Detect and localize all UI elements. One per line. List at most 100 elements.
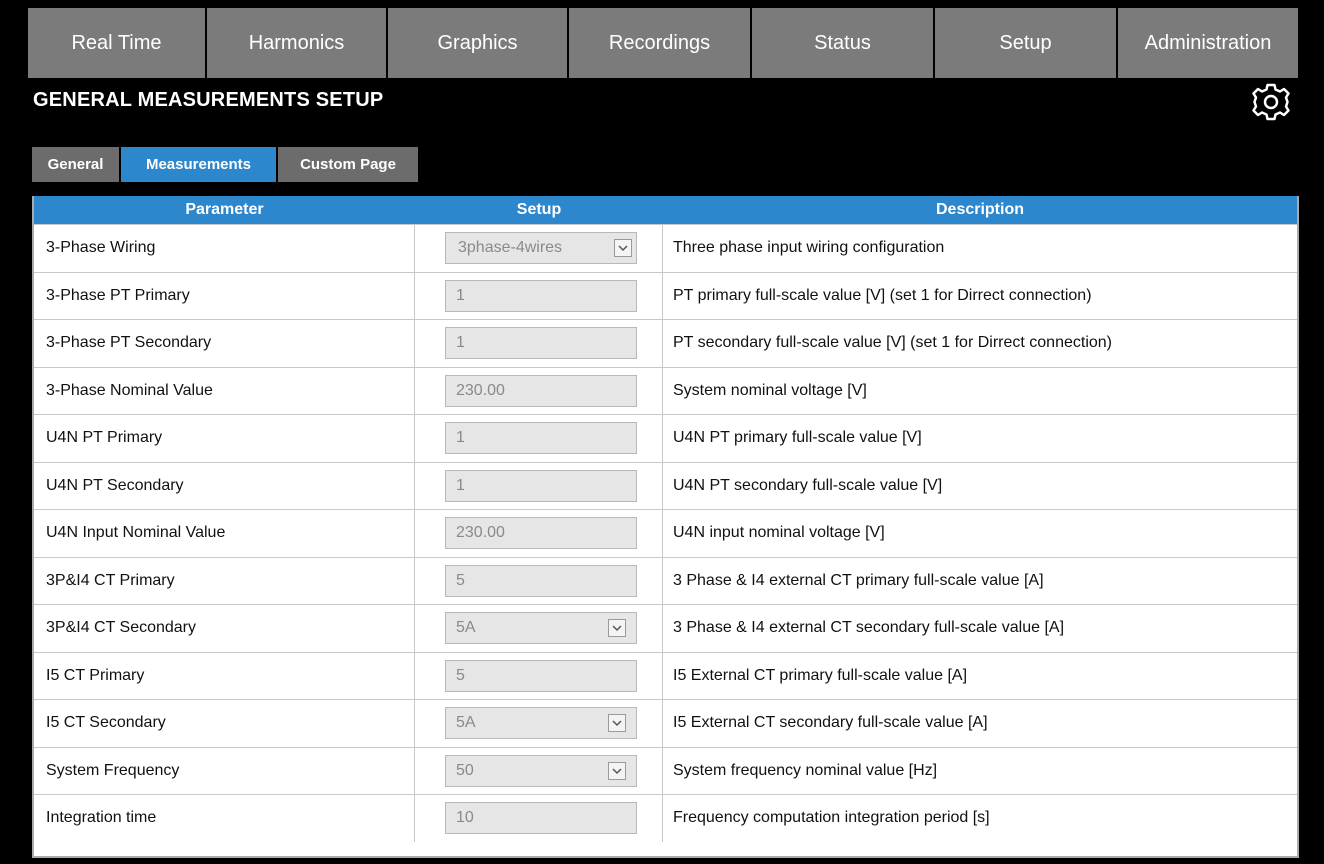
- setup-value: 230.00: [456, 524, 505, 542]
- description: PT primary full-scale value [V] (set 1 f…: [673, 286, 1092, 304]
- nav-harmonics[interactable]: Harmonics: [207, 8, 388, 78]
- setup-input[interactable]: 10: [445, 802, 637, 835]
- setup-input[interactable]: 230.00: [445, 374, 637, 407]
- setup-input[interactable]: 1: [445, 469, 637, 502]
- table-row: 3P&I4 CT Secondary 5A 3 Phase & I4 externa…: [34, 604, 1297, 652]
- tab-label: Custom Page: [300, 156, 396, 173]
- parameter-name: 3-Phase Wiring: [34, 225, 415, 272]
- tab-custom-page[interactable]: Custom Page: [278, 147, 418, 182]
- parameter-name: 3P&I4 CT Secondary: [34, 605, 415, 652]
- setup-value: 5: [456, 666, 465, 684]
- header-parameter: Parameter: [185, 201, 264, 218]
- parameter-name: Integration time: [34, 795, 415, 842]
- setup-input[interactable]: 230.00: [445, 517, 637, 550]
- setup-value: 1: [456, 334, 465, 352]
- description: U4N input nominal voltage [V]: [673, 524, 885, 542]
- description: U4N PT secondary full-scale value [V]: [673, 476, 943, 494]
- setup-cell: 230.00: [415, 510, 663, 557]
- description: U4N PT primary full-scale value [V]: [673, 429, 922, 447]
- table-row: U4N PT Primary 1 U4N PT primary full-scale…: [34, 414, 1297, 462]
- setup-value: 5A: [456, 619, 476, 637]
- description: I5 External CT secondary full-scale valu…: [673, 714, 988, 732]
- table-body: 3-Phase Wiring 3phase-4wires Three phase i…: [34, 224, 1297, 842]
- setup-input[interactable]: 1: [445, 279, 637, 312]
- parameter-name: U4N Input Nominal Value: [34, 510, 415, 557]
- setup-cell: 5: [415, 652, 663, 699]
- tab-measurements[interactable]: Measurements: [121, 147, 276, 182]
- setup-input[interactable]: 5: [445, 659, 637, 692]
- description: PT secondary full-scale value [V] (set 1…: [673, 334, 1112, 352]
- table-row: System Frequency 50 System frequency nomin…: [34, 746, 1297, 794]
- setup-value: 50: [456, 761, 474, 779]
- tab-label: General: [47, 156, 104, 173]
- setup-cell: 1: [415, 320, 663, 367]
- main-nav: Real Time Harmonics Graphics Recordings …: [28, 8, 1298, 78]
- description: System frequency nominal value [Hz]: [673, 761, 938, 779]
- description: 3 Phase & I4 external CT secondary full-…: [673, 619, 1065, 637]
- nav-label: Setup: [999, 31, 1052, 54]
- setup-cell: 230.00: [415, 367, 663, 414]
- setup-select[interactable]: 50: [445, 754, 637, 787]
- table-row: 3-Phase PT Primary 1 PT primary full-scale…: [34, 271, 1297, 319]
- setup-value: 10: [456, 809, 474, 827]
- setup-cell: 1: [415, 272, 663, 319]
- parameter-name: I5 CT Primary: [34, 652, 415, 699]
- header-setup: Setup: [516, 201, 562, 218]
- nav-label: Status: [814, 31, 871, 54]
- header-description: Description: [935, 201, 1024, 218]
- nav-label: Harmonics: [248, 31, 345, 54]
- nav-label: Graphics: [437, 31, 518, 54]
- chevron-down-icon[interactable]: [608, 714, 626, 733]
- table-row: 3-Phase Nominal Value 230.00 System nomina…: [34, 366, 1297, 414]
- setup-input[interactable]: 1: [445, 422, 637, 455]
- parameter-name: 3-Phase PT Secondary: [34, 320, 415, 367]
- chevron-down-icon[interactable]: [608, 619, 626, 638]
- nav-administration[interactable]: Administration: [1118, 8, 1298, 78]
- nav-recordings[interactable]: Recordings: [569, 8, 752, 78]
- chevron-down-icon[interactable]: [608, 761, 626, 780]
- description: Three phase input wiring configuration: [673, 239, 945, 257]
- setup-value: 1: [456, 286, 465, 304]
- setup-select[interactable]: 3phase-4wires: [445, 232, 637, 265]
- setup-value: 1: [456, 476, 465, 494]
- nav-setup[interactable]: Setup: [935, 8, 1118, 78]
- nav-status[interactable]: Status: [752, 8, 935, 78]
- setup-cell: 1: [415, 415, 663, 462]
- tab-general[interactable]: General: [32, 147, 119, 182]
- description: 3 Phase & I4 external CT primary full-sc…: [673, 571, 1044, 589]
- setup-cell: 10: [415, 795, 663, 842]
- setup-cell: 1: [415, 462, 663, 509]
- gear-icon[interactable]: [1244, 82, 1298, 122]
- nav-label: Administration: [1144, 31, 1272, 54]
- setup-value: 1: [456, 429, 465, 447]
- parameter-name: I5 CT Secondary: [34, 700, 415, 747]
- nav-graphics[interactable]: Graphics: [388, 8, 569, 78]
- setup-tabs: General Measurements Custom Page: [32, 147, 418, 182]
- setup-value: 5A: [456, 714, 476, 732]
- setup-value: 230.00: [456, 381, 505, 399]
- setup-select[interactable]: 5A: [445, 707, 637, 740]
- description: I5 External CT primary full-scale value …: [673, 666, 968, 684]
- setup-cell: 3phase-4wires: [415, 225, 663, 272]
- table-row: 3-Phase Wiring 3phase-4wires Three phase i…: [34, 224, 1297, 272]
- nav-label: Recordings: [608, 31, 711, 54]
- table-row: 3-Phase PT Secondary 1 PT secondary full-s…: [34, 319, 1297, 367]
- setup-cell: 5: [415, 557, 663, 604]
- parameter-name: 3-Phase PT Primary: [34, 272, 415, 319]
- table-row: U4N Input Nominal Value 230.00 U4N input n…: [34, 509, 1297, 557]
- setup-cell: 50: [415, 747, 663, 794]
- table-row: I5 CT Secondary 5A I5 External CT secondar…: [34, 699, 1297, 747]
- table-row: U4N PT Secondary 1 U4N PT secondary full-s…: [34, 461, 1297, 509]
- description: System nominal voltage [V]: [673, 381, 867, 399]
- setup-input[interactable]: 1: [445, 327, 637, 360]
- page-title: GENERAL MEASUREMENTS SETUP: [33, 89, 384, 111]
- description: Frequency computation integration period…: [673, 809, 990, 827]
- chevron-down-icon[interactable]: [614, 239, 632, 258]
- setup-input[interactable]: 5: [445, 564, 637, 597]
- table-header: Parameter Setup Description: [34, 196, 1297, 224]
- nav-real-time[interactable]: Real Time: [28, 8, 207, 78]
- setup-select[interactable]: 5A: [445, 612, 637, 645]
- setup-value: 3phase-4wires: [458, 239, 563, 257]
- setup-cell: 5A: [415, 700, 663, 747]
- table-row: Integration time 10 Frequency computation …: [34, 794, 1297, 842]
